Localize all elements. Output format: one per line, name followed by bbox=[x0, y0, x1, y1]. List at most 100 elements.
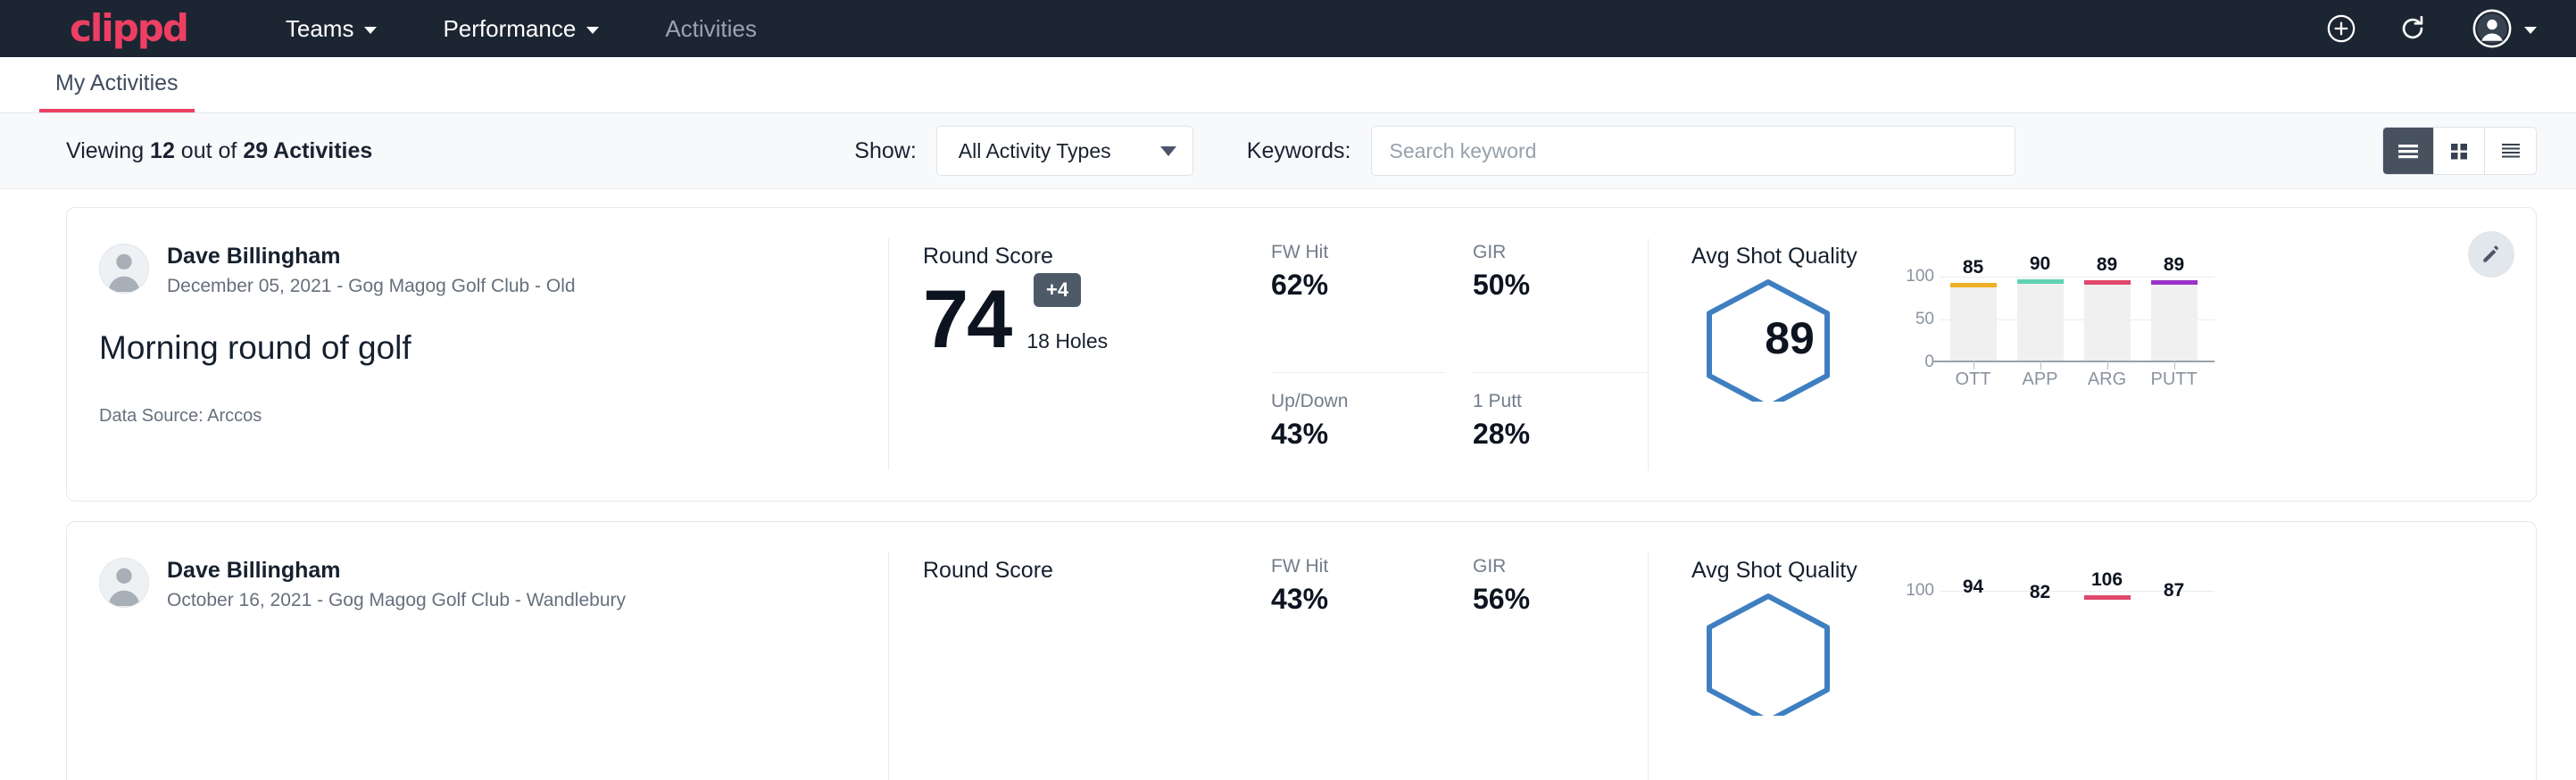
x-tickmark bbox=[2174, 361, 2175, 369]
activity-card[interactable]: Dave Billingham December 05, 2021 - Gog … bbox=[66, 207, 2537, 502]
round-score-value: 74 bbox=[923, 282, 1010, 359]
activity-author: Dave Billingham December 05, 2021 - Gog … bbox=[99, 244, 888, 297]
account-menu[interactable] bbox=[2472, 9, 2537, 48]
bar-arg-cap bbox=[2084, 280, 2131, 285]
bar-app-fill bbox=[2017, 284, 2064, 361]
bar-arg-cap bbox=[2084, 595, 2131, 600]
shot-quality-hexagon: 89 bbox=[1691, 277, 1870, 406]
hexagon-icon bbox=[1700, 591, 1836, 716]
y-tick-100: 100 bbox=[1906, 581, 1934, 601]
over-par-badge: +4 bbox=[1034, 273, 1081, 307]
player-name: Dave Billingham bbox=[167, 558, 626, 584]
activity-list: Dave Billingham December 05, 2021 - Gog … bbox=[0, 189, 2576, 780]
bar-ott-cap bbox=[1950, 283, 1997, 287]
activity-type-select[interactable]: All Activity Types bbox=[936, 126, 1193, 176]
plus-circle-icon bbox=[2326, 13, 2356, 44]
shot-quality-body: 89 100 50 0 bbox=[1691, 277, 2536, 406]
nav-item-teams-label: Teams bbox=[286, 15, 354, 43]
player-name: Dave Billingham bbox=[167, 244, 576, 270]
bar-ott-fill bbox=[1950, 287, 1997, 361]
bar-ott: 94 bbox=[1950, 591, 1997, 675]
stat-fw-hit-label: FW Hit bbox=[1271, 556, 1446, 577]
bar-ott: 85 bbox=[1950, 277, 1997, 361]
nav-item-activities-label: Activities bbox=[665, 15, 757, 43]
chevron-down-icon bbox=[1160, 146, 1176, 156]
tab-my-activities[interactable]: My Activities bbox=[39, 71, 195, 112]
bar-putt-value: 89 bbox=[2151, 254, 2198, 276]
show-label: Show: bbox=[854, 138, 916, 164]
chart-bars-area: 94 82 106 87 bbox=[1940, 591, 2207, 676]
stat-gir-label: GIR bbox=[1473, 242, 1648, 263]
edit-activity-button[interactable] bbox=[2468, 231, 2514, 278]
chart-x-axis-labels: OTT APP ARG PUTT bbox=[1940, 369, 2207, 390]
chart-plot-area: 100 94 82 bbox=[1897, 591, 2207, 676]
avatar bbox=[99, 558, 149, 608]
nav-item-performance[interactable]: Performance bbox=[443, 15, 599, 43]
view-mode-list-button[interactable] bbox=[2383, 128, 2434, 174]
bar-arg-fill bbox=[2084, 285, 2131, 361]
chart-bars: 85 90 bbox=[1940, 277, 2207, 361]
y-tick-50: 50 bbox=[1915, 310, 1934, 329]
chart-plot-area: 100 50 0 85 bbox=[1897, 277, 2207, 362]
view-mode-toggle-group bbox=[2382, 127, 2537, 175]
stat-gir-label: GIR bbox=[1473, 556, 1648, 577]
round-stats-grid: FW Hit 43% GIR 56% bbox=[1264, 522, 1648, 780]
keywords-label: Keywords: bbox=[1247, 138, 1351, 164]
refresh-icon bbox=[2397, 13, 2428, 44]
viewing-total: 29 Activities bbox=[243, 138, 372, 163]
round-stats-grid: FW Hit 62% GIR 50% Up/Down 43% 1 Putt 28… bbox=[1264, 208, 1648, 501]
person-icon bbox=[100, 244, 148, 293]
viewing-prefix: Viewing bbox=[66, 138, 150, 163]
x-label-ott: OTT bbox=[1950, 369, 1997, 390]
bar-putt: 89 bbox=[2151, 277, 2198, 361]
view-mode-compact-button[interactable] bbox=[2485, 128, 2536, 174]
view-mode-grid-button[interactable] bbox=[2434, 128, 2485, 174]
add-button[interactable] bbox=[2326, 13, 2356, 44]
x-label-app: APP bbox=[2017, 369, 2064, 390]
stat-gir: GIR 56% bbox=[1473, 556, 1648, 780]
activity-author-text: Dave Billingham October 16, 2021 - Gog M… bbox=[167, 558, 626, 611]
stat-fw-hit-value: 43% bbox=[1271, 583, 1446, 616]
round-score-column: Round Score 74 +4 18 Holes bbox=[889, 208, 1264, 501]
activity-data-source: Data Source: Arccos bbox=[99, 406, 888, 427]
stat-up-down: Up/Down 43% bbox=[1271, 391, 1446, 502]
activity-meta: October 16, 2021 - Gog Magog Golf Club -… bbox=[167, 590, 626, 611]
stat-fw-hit: FW Hit 43% bbox=[1271, 556, 1446, 780]
x-tickmark bbox=[2040, 361, 2041, 369]
activity-card[interactable]: Dave Billingham October 16, 2021 - Gog M… bbox=[66, 521, 2537, 780]
stat-fw-hit: FW Hit 62% bbox=[1271, 242, 1446, 373]
bar-putt-cap bbox=[2151, 280, 2198, 285]
bar-arg-value: 89 bbox=[2084, 254, 2131, 276]
nav-item-activities[interactable]: Activities bbox=[665, 15, 757, 43]
avatar bbox=[99, 244, 149, 294]
bar-ott-value: 94 bbox=[1950, 577, 1997, 598]
app-logo[interactable]: clippd bbox=[70, 10, 187, 47]
list-view-icon bbox=[2395, 140, 2422, 162]
holes-label: 18 Holes bbox=[1026, 329, 1108, 359]
shot-quality-hexagon bbox=[1691, 591, 1870, 720]
y-tick-100: 100 bbox=[1906, 267, 1934, 286]
chart-y-axis: 100 50 0 bbox=[1897, 277, 1940, 362]
stat-fw-hit-label: FW Hit bbox=[1271, 242, 1446, 263]
search-input[interactable] bbox=[1371, 126, 2015, 176]
chart-bars: 94 82 106 87 bbox=[1940, 591, 2207, 675]
activity-author-text: Dave Billingham December 05, 2021 - Gog … bbox=[167, 244, 576, 297]
viewing-mid: out of bbox=[175, 138, 243, 163]
filter-toolbar: Viewing 12 out of 29 Activities Show: Al… bbox=[0, 113, 2576, 189]
shot-quality-body: 100 94 82 bbox=[1691, 591, 2536, 720]
refresh-button[interactable] bbox=[2397, 13, 2428, 44]
top-navigation-bar: clippd Teams Performance Activities bbox=[0, 0, 2576, 57]
activity-author: Dave Billingham October 16, 2021 - Gog M… bbox=[99, 558, 888, 611]
account-avatar-icon bbox=[2472, 9, 2512, 48]
bar-putt: 87 bbox=[2151, 591, 2198, 675]
activity-identity-column: Dave Billingham October 16, 2021 - Gog M… bbox=[67, 522, 888, 780]
nav-item-teams[interactable]: Teams bbox=[286, 15, 378, 43]
stat-up-down-label: Up/Down bbox=[1271, 391, 1446, 412]
bar-app-value: 90 bbox=[2017, 253, 2064, 275]
person-icon bbox=[100, 558, 148, 607]
round-score-label: Round Score bbox=[923, 558, 1264, 584]
x-label-arg: ARG bbox=[2084, 369, 2131, 390]
activity-type-select-value: All Activity Types bbox=[959, 139, 1160, 163]
shot-quality-chart: 100 94 82 bbox=[1897, 591, 2207, 676]
bar-app: 82 bbox=[2017, 591, 2064, 675]
